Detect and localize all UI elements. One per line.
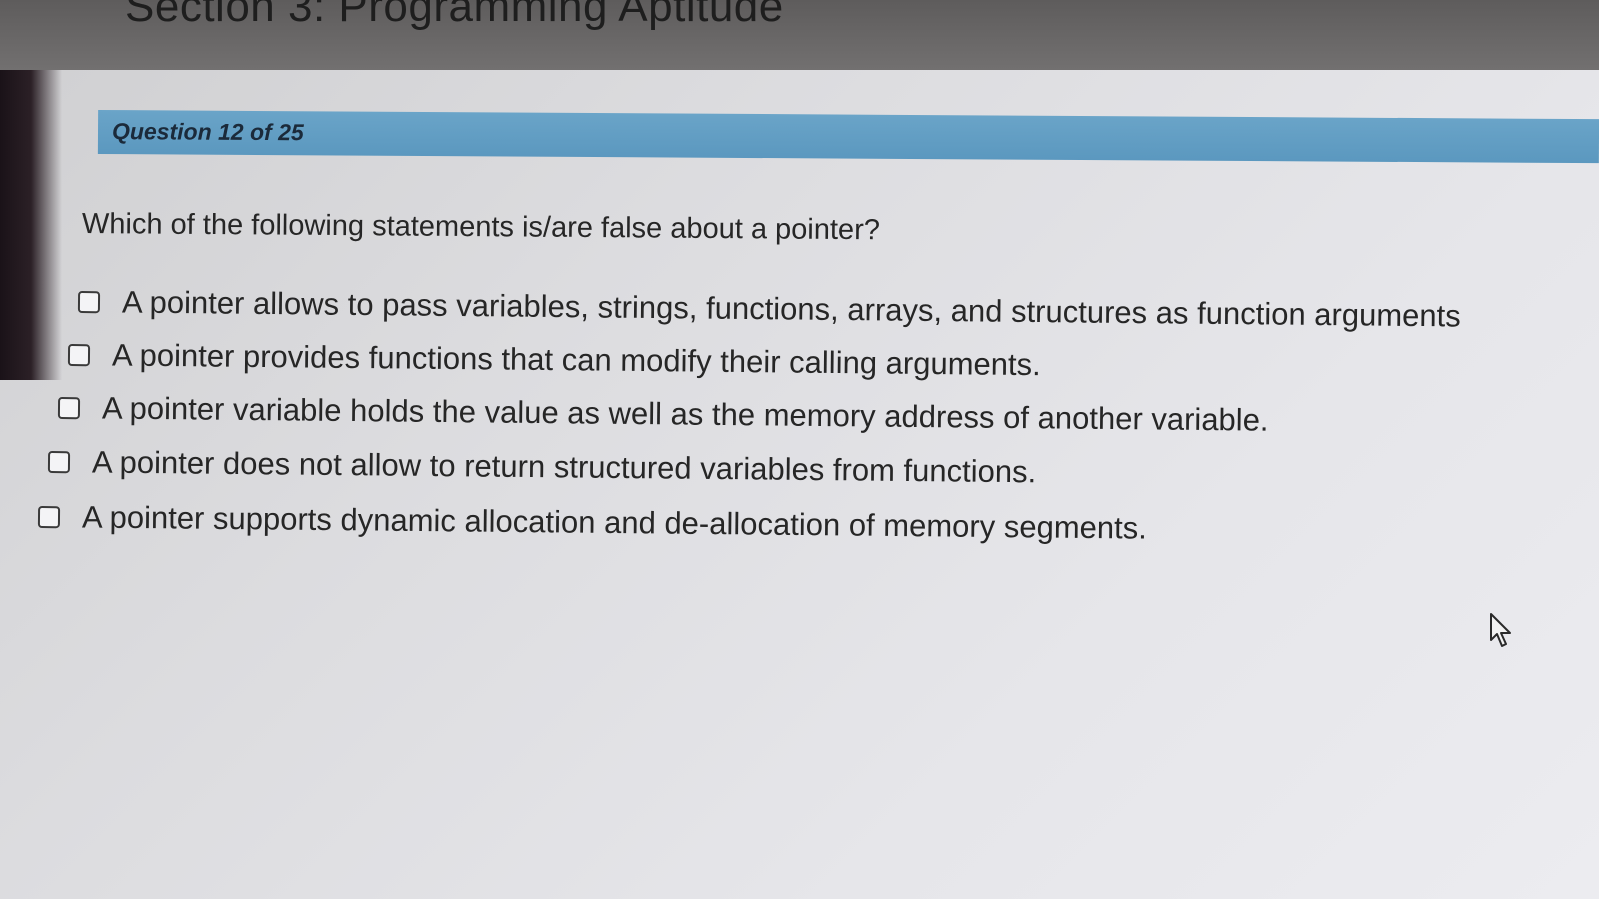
section-header: Section 3: Programming Aptitude (0, 0, 1599, 70)
question-counter-bar: Question 12 of 25 (97, 110, 1599, 164)
section-title: Section 3: Programming Aptitude (125, 0, 784, 31)
checkbox[interactable] (67, 344, 91, 367)
checkbox[interactable] (37, 506, 61, 529)
checkbox[interactable] (77, 291, 101, 314)
checkbox[interactable] (57, 397, 81, 420)
question-counter: Question 12 of 25 (111, 118, 304, 146)
checkbox[interactable] (47, 451, 71, 474)
question-text: Which of the following statements is/are… (81, 208, 881, 247)
mouse-pointer-icon (1490, 613, 1511, 647)
